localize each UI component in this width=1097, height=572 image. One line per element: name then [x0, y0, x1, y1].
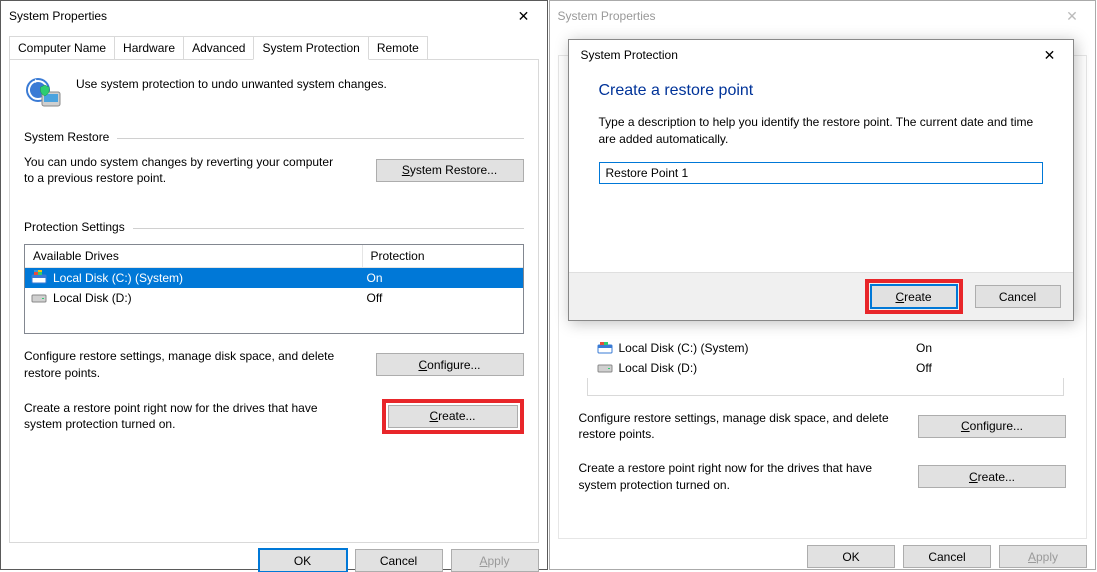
modal-heading: Create a restore point [599, 82, 1043, 100]
system-properties-window-right: System Properties ✕ Local Disk (C:) (Sys… [549, 0, 1097, 570]
create-description: Create a restore point right now for the… [24, 400, 376, 432]
group-label: Protection Settings [24, 220, 125, 234]
drive-icon [597, 340, 613, 356]
drive-name: Local Disk (C:) (System) [619, 341, 917, 355]
tab-remote[interactable]: Remote [368, 36, 428, 60]
group-label: System Restore [24, 130, 109, 144]
list-header: Available Drives Protection [25, 245, 523, 268]
configure-description: Configure restore settings, manage disk … [579, 410, 919, 442]
titlebar: System Properties ✕ [1, 1, 547, 31]
highlight-box: Create [865, 279, 963, 314]
create-restore-point-dialog: System Protection ✕ Create a restore poi… [568, 39, 1074, 321]
intro-text: Use system protection to undo unwanted s… [76, 74, 387, 92]
titlebar: System Properties ✕ [550, 1, 1096, 31]
dialog-footer: OK Cancel Apply [1, 549, 539, 572]
window-title: System Properties [9, 9, 501, 23]
create-button[interactable]: Create... [388, 405, 518, 428]
modal-create-button[interactable]: Create [871, 285, 957, 308]
restore-point-name-input[interactable] [599, 162, 1043, 184]
close-icon[interactable]: ✕ [1049, 1, 1095, 31]
tab-hardware[interactable]: Hardware [114, 36, 184, 60]
tabstrip: Computer Name Hardware Advanced System P… [9, 35, 539, 59]
list-row[interactable]: Local Disk (C:) (System) On [25, 268, 523, 288]
system-restore-button[interactable]: System Restore... [376, 159, 524, 182]
drive-protection: On [367, 271, 517, 285]
drive-name: Local Disk (D:) [53, 291, 367, 305]
list-row[interactable]: Local Disk (C:) (System) On [583, 338, 1073, 358]
tab-panel-system-protection: Use system protection to undo unwanted s… [9, 59, 539, 543]
drive-protection: On [916, 341, 1066, 355]
create-button[interactable]: Create... [918, 465, 1066, 488]
divider [117, 138, 523, 139]
apply-button[interactable]: Apply [451, 549, 539, 572]
dialog-footer: OK Cancel Apply [550, 545, 1088, 568]
drive-protection: Off [367, 291, 517, 305]
tab-advanced[interactable]: Advanced [183, 36, 254, 60]
tab-system-protection[interactable]: System Protection [253, 36, 368, 60]
modal-cancel-button[interactable]: Cancel [975, 285, 1061, 308]
close-icon[interactable]: ✕ [501, 1, 547, 31]
list-row[interactable]: Local Disk (D:) Off [25, 288, 523, 308]
close-icon[interactable]: ✕ [1027, 40, 1073, 70]
window-title: System Properties [558, 9, 1050, 23]
drive-icon [31, 270, 47, 286]
column-drives[interactable]: Available Drives [25, 245, 363, 267]
ok-button[interactable]: OK [259, 549, 347, 572]
drives-list[interactable]: Available Drives Protection Local Disk (… [24, 244, 524, 334]
modal-footer: Create Cancel [569, 272, 1073, 320]
list-row[interactable]: Local Disk (D:) Off [583, 358, 1073, 378]
divider [133, 228, 524, 229]
drive-name: Local Disk (C:) (System) [53, 271, 367, 285]
configure-button[interactable]: Configure... [376, 353, 524, 376]
cancel-button[interactable]: Cancel [355, 549, 443, 572]
configure-button[interactable]: Configure... [918, 415, 1066, 438]
configure-description: Configure restore settings, manage disk … [24, 348, 376, 380]
drives-list-partial: Local Disk (C:) (System) On Local Disk (… [573, 338, 1073, 396]
system-properties-window-left: System Properties ✕ Computer Name Hardwa… [0, 0, 548, 570]
modal-description: Type a description to help you identify … [599, 114, 1043, 148]
drive-protection: Off [916, 361, 1066, 375]
ok-button[interactable]: OK [807, 545, 895, 568]
apply-button[interactable]: Apply [999, 545, 1087, 568]
tab-computer-name[interactable]: Computer Name [9, 36, 115, 60]
drive-icon [597, 360, 613, 376]
group-system-restore: System Restore [24, 130, 524, 144]
modal-title: System Protection [581, 48, 1027, 62]
system-protection-icon [24, 74, 62, 112]
create-description: Create a restore point right now for the… [579, 460, 919, 492]
restore-description: You can undo system changes by reverting… [24, 154, 336, 186]
cancel-button[interactable]: Cancel [903, 545, 991, 568]
group-protection-settings: Protection Settings [24, 220, 524, 234]
modal-titlebar: System Protection ✕ [569, 40, 1073, 70]
drive-icon [31, 290, 47, 306]
drive-name: Local Disk (D:) [619, 361, 917, 375]
highlight-box: Create... [382, 399, 524, 434]
column-protection[interactable]: Protection [363, 245, 523, 267]
